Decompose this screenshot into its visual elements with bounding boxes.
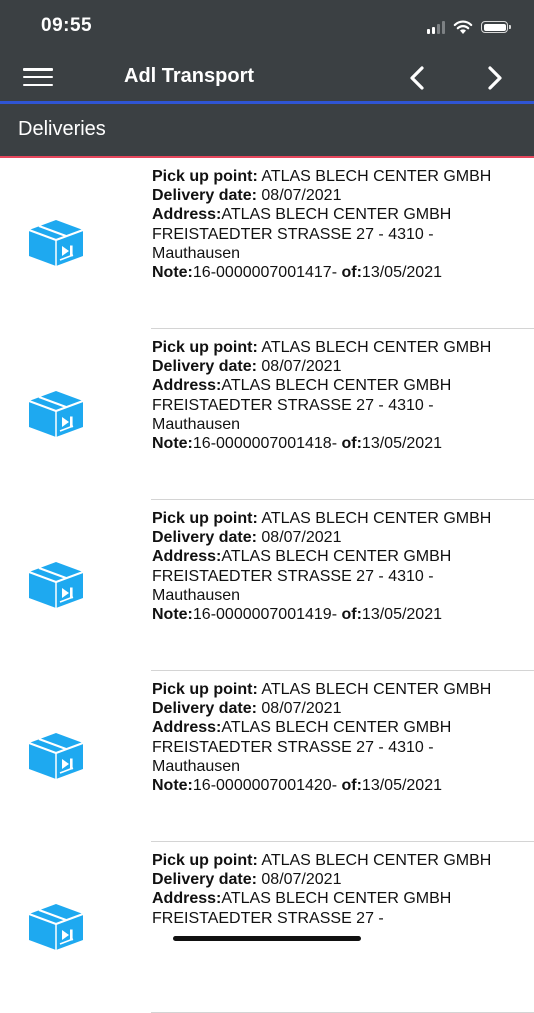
of-value: 13/05/2021 <box>361 435 442 453</box>
delivery-list-item[interactable]: Pick up point: ATLAS BLECH CENTER GMBH De… <box>0 842 534 1013</box>
home-indicator <box>173 936 361 941</box>
note-label: Note: <box>152 777 193 795</box>
of-value: 13/05/2021 <box>361 777 442 795</box>
note-value: 16-0000007001417- <box>192 264 338 282</box>
address-label: Address: <box>152 719 222 737</box>
delivery-details: Pick up point: ATLAS BLECH CENTER GMBH De… <box>152 338 497 453</box>
delivery-date-label: Delivery date: <box>152 358 257 376</box>
battery-icon <box>481 21 511 33</box>
delivery-date-value: 08/07/2021 <box>261 529 342 547</box>
delivery-date-value: 08/07/2021 <box>261 358 342 376</box>
delivery-details: Pick up point: ATLAS BLECH CENTER GMBH De… <box>152 851 497 928</box>
pickup-label: Pick up point: <box>152 168 258 185</box>
note-label: Note: <box>152 435 193 453</box>
note-label: Note: <box>152 606 193 624</box>
package-box-icon <box>23 216 89 270</box>
pickup-value: ATLAS BLECH CENTER GMBH <box>261 168 492 185</box>
pickup-label: Pick up point: <box>152 852 258 869</box>
note-value: 16-0000007001420- <box>192 777 338 795</box>
delivery-list-item[interactable]: Pick up point: ATLAS BLECH CENTER GMBH De… <box>0 500 534 671</box>
address-label: Address: <box>152 377 222 395</box>
address-label: Address: <box>152 890 222 908</box>
delivery-list-item[interactable]: Pick up point: ATLAS BLECH CENTER GMBH De… <box>0 158 534 329</box>
delivery-list-item[interactable]: Pick up point: ATLAS BLECH CENTER GMBH De… <box>0 671 534 842</box>
section-title: Deliveries <box>18 118 106 140</box>
note-label: Note: <box>152 264 193 282</box>
address-label: Address: <box>152 548 222 566</box>
delivery-date-value: 08/07/2021 <box>261 187 342 205</box>
status-icons <box>427 17 511 37</box>
package-box-icon <box>23 900 89 954</box>
section-header: Deliveries <box>0 104 534 158</box>
of-label: of: <box>341 264 362 282</box>
package-box-icon <box>23 387 89 441</box>
delivery-details: Pick up point: ATLAS BLECH CENTER GMBH De… <box>152 167 497 282</box>
of-label: of: <box>341 606 362 624</box>
hamburger-menu-icon[interactable] <box>23 68 53 86</box>
pickup-label: Pick up point: <box>152 339 258 356</box>
nav-bar: Adl Transport <box>0 54 534 104</box>
chevron-right-icon[interactable] <box>481 64 509 92</box>
app-title: Adl Transport <box>124 65 255 87</box>
pickup-label: Pick up point: <box>152 681 258 698</box>
status-bar: 09:55 <box>0 0 534 54</box>
of-label: of: <box>341 435 362 453</box>
package-box-icon <box>23 558 89 612</box>
pickup-value: ATLAS BLECH CENTER GMBH <box>261 339 492 356</box>
pickup-value: ATLAS BLECH CENTER GMBH <box>261 681 492 698</box>
delivery-date-label: Delivery date: <box>152 187 257 205</box>
note-value: 16-0000007001418- <box>192 435 338 453</box>
delivery-list-item[interactable]: Pick up point: ATLAS BLECH CENTER GMBH De… <box>0 329 534 500</box>
deliveries-list: Pick up point: ATLAS BLECH CENTER GMBH De… <box>0 158 534 1013</box>
address-label: Address: <box>152 206 222 224</box>
delivery-date-value: 08/07/2021 <box>261 871 342 889</box>
delivery-date-label: Delivery date: <box>152 529 257 547</box>
pickup-value: ATLAS BLECH CENTER GMBH <box>261 852 492 869</box>
note-value: 16-0000007001419- <box>192 606 338 624</box>
delivery-date-value: 08/07/2021 <box>261 700 342 718</box>
status-time: 09:55 <box>41 15 93 36</box>
of-value: 13/05/2021 <box>361 264 442 282</box>
of-value: 13/05/2021 <box>361 606 442 624</box>
pickup-label: Pick up point: <box>152 510 258 527</box>
of-label: of: <box>341 777 362 795</box>
package-box-icon <box>23 729 89 783</box>
delivery-date-label: Delivery date: <box>152 871 257 889</box>
wifi-icon <box>453 20 473 34</box>
delivery-details: Pick up point: ATLAS BLECH CENTER GMBH De… <box>152 680 497 795</box>
delivery-date-label: Delivery date: <box>152 700 257 718</box>
chevron-left-icon[interactable] <box>403 64 431 92</box>
cellular-signal-icon <box>427 20 445 34</box>
pickup-value: ATLAS BLECH CENTER GMBH <box>261 510 492 527</box>
delivery-details: Pick up point: ATLAS BLECH CENTER GMBH De… <box>152 509 497 624</box>
